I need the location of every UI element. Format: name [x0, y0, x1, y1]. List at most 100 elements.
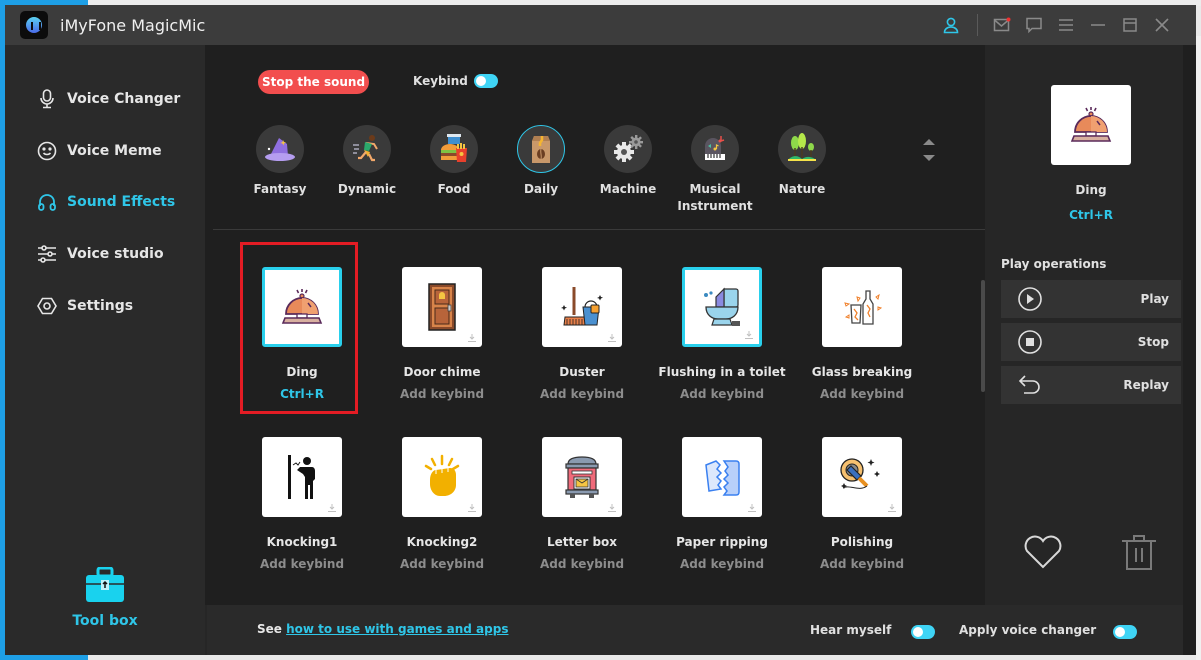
sidebar-item-label: Voice Meme [67, 143, 162, 159]
sound-card [262, 267, 342, 347]
sidebar-item-label: Sound Effects [67, 194, 176, 210]
sound-tile-knocking1[interactable]: Knocking1 Add keybind [232, 437, 372, 571]
sidebar-item-settings[interactable]: Settings [37, 292, 133, 320]
category-machine[interactable]: Machine [588, 125, 668, 198]
app-logo-icon [20, 11, 48, 39]
sidebar: Voice Changer Voice Meme Sound Effects V… [5, 45, 205, 655]
sound-name: Knocking1 [266, 535, 338, 549]
category-nature[interactable]: Nature [762, 125, 842, 198]
mail-icon[interactable] [986, 5, 1018, 45]
torn-paper-icon [705, 460, 740, 496]
sound-name: Flushing in a toilet [658, 365, 786, 379]
sliders-icon [37, 244, 57, 264]
runner-icon [343, 125, 391, 173]
sidebar-item-voice-changer[interactable]: Voice Changer [37, 85, 180, 113]
add-keybind-link[interactable]: Add keybind [652, 387, 792, 401]
sound-name: Knocking2 [406, 535, 478, 549]
download-icon [745, 331, 753, 339]
bell-icon [1070, 107, 1112, 142]
apply-voice-changer-toggle[interactable] [1113, 625, 1137, 639]
sound-tile-duster[interactable]: Duster Add keybind [512, 267, 652, 401]
sound-name: Glass breaking [811, 365, 913, 379]
sound-name: Ding [286, 365, 318, 379]
user-icon[interactable] [935, 5, 967, 45]
toolbox-icon [85, 566, 125, 607]
sound-tile-knocking2[interactable]: Knocking2 Add keybind [372, 437, 512, 571]
preview-card [1051, 85, 1131, 165]
sound-card [822, 437, 902, 517]
add-keybind-link[interactable]: Add keybind [792, 387, 932, 401]
add-keybind-link[interactable]: Add keybind [372, 557, 512, 571]
coffee-bag-icon [517, 125, 565, 173]
broom-bucket-icon [561, 287, 603, 326]
sidebar-item-sound-effects[interactable]: Sound Effects [37, 188, 175, 216]
sound-tile-glass-breaking[interactable]: Glass breaking Add keybind [792, 267, 932, 401]
sound-card [542, 437, 622, 517]
broken-glass-icon [844, 290, 882, 325]
sound-tile-door-chime[interactable]: Door chime Add keybind [372, 267, 512, 401]
sound-keybind[interactable]: Ctrl+R [232, 387, 372, 401]
category-scroll-arrows[interactable] [921, 137, 941, 169]
category-label: Musical Instrument [677, 182, 753, 213]
sound-tile-flushing-in-a-toilet[interactable]: Flushing in a toilet Add keybind [652, 267, 792, 401]
category-label: Daily [523, 182, 559, 196]
play-operations-label: Play operations [1001, 257, 1107, 271]
scroll-down-icon [923, 155, 935, 161]
add-keybind-link[interactable]: Add keybind [232, 557, 372, 571]
play-button[interactable]: Play [1001, 280, 1181, 318]
download-icon [608, 504, 616, 512]
menu-icon[interactable] [1050, 5, 1082, 45]
title-bar: iMyFone MagicMic [5, 5, 1196, 45]
category-fantasy[interactable]: Fantasy [240, 125, 320, 198]
category-food[interactable]: Food [414, 125, 494, 198]
minimize-icon[interactable] [1082, 5, 1114, 45]
delete-button[interactable] [1121, 533, 1157, 575]
microphone-icon [37, 89, 57, 109]
stop-button[interactable]: Stop [1001, 323, 1181, 361]
preview-keybind: Ctrl+R [1069, 208, 1113, 222]
sound-tile-ding[interactable]: Ding Ctrl+R [232, 267, 372, 401]
footer-bar: See how to use with games and apps Hear … [207, 605, 1185, 655]
replay-button[interactable]: Replay [1001, 366, 1181, 404]
category-musical-instrument[interactable]: Musical Instrument [675, 125, 755, 215]
hear-myself-toggle[interactable] [911, 625, 935, 639]
maximize-icon[interactable] [1114, 5, 1146, 45]
toolbox-button[interactable]: Tool box [5, 566, 205, 629]
hear-myself-label: Hear myself [810, 623, 892, 637]
sound-card [402, 267, 482, 347]
sidebar-item-label: Settings [67, 298, 134, 314]
heart-icon [1024, 535, 1062, 569]
title-separator [977, 14, 978, 36]
sidebar-item-voice-meme[interactable]: Voice Meme [37, 137, 162, 165]
preview-panel: Ding Ctrl+R Play operations Play Stop Re… [985, 45, 1183, 605]
favorite-button[interactable] [1023, 535, 1063, 573]
feedback-icon[interactable] [1018, 5, 1050, 45]
sidebar-item-voice-studio[interactable]: Voice studio [37, 240, 164, 268]
stop-the-sound-button[interactable]: Stop the sound [258, 70, 370, 94]
sound-effects-panel: Stop the sound Keybind Fantasy Dynamic F… [205, 45, 991, 605]
category-daily[interactable]: Daily [501, 125, 581, 198]
add-keybind-link[interactable]: Add keybind [372, 387, 512, 401]
keybind-toggle[interactable] [474, 74, 498, 88]
add-keybind-link[interactable]: Add keybind [652, 557, 792, 571]
close-icon[interactable] [1146, 5, 1178, 45]
stop-circle-icon [1018, 330, 1042, 354]
sound-name: Paper ripping [676, 535, 768, 549]
sound-tile-polishing[interactable]: Polishing Add keybind [792, 437, 932, 571]
sound-card [682, 267, 762, 347]
sound-tile-letter-box[interactable]: Letter box Add keybind [512, 437, 652, 571]
smiley-icon [37, 141, 57, 161]
sound-grid: Ding Ctrl+R Door chime Add keybind Duste… [205, 230, 985, 605]
category-label: Food [437, 182, 471, 196]
sound-tile-paper-ripping[interactable]: Paper ripping Add keybind [652, 437, 792, 571]
add-keybind-link[interactable]: Add keybind [792, 557, 932, 571]
headphones-icon [37, 192, 57, 212]
see-prefix: See [257, 622, 282, 636]
add-keybind-link[interactable]: Add keybind [512, 387, 652, 401]
add-keybind-link[interactable]: Add keybind [512, 557, 652, 571]
category-dynamic[interactable]: Dynamic [327, 125, 407, 198]
how-to-use-link[interactable]: how to use with games and apps [286, 622, 508, 636]
sound-card [402, 437, 482, 517]
app-title: iMyFone MagicMic [60, 15, 206, 35]
gears-icon [604, 125, 652, 173]
